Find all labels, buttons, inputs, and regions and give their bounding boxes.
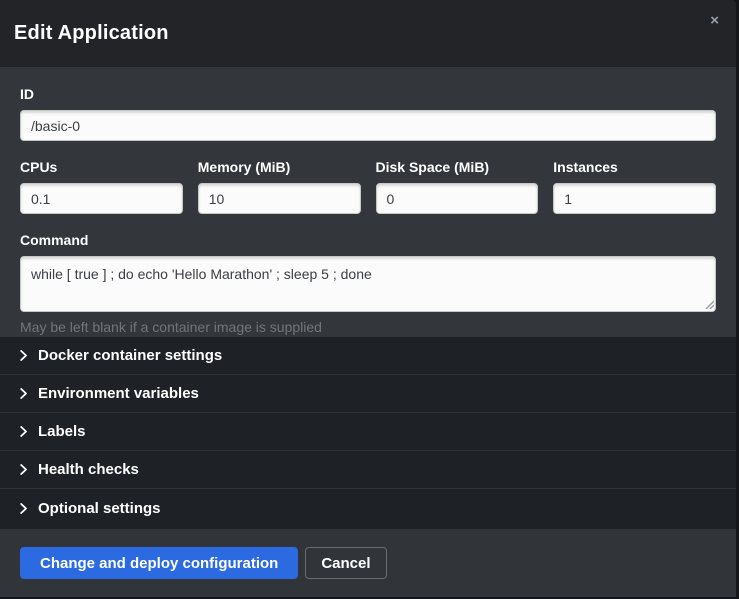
resource-field-group: Memory (MiB) [198, 159, 361, 214]
modal-header: Edit Application × [0, 0, 736, 67]
section-label: Health checks [38, 461, 139, 478]
resource-field-group: Instances [553, 159, 716, 214]
chevron-right-icon [20, 426, 27, 437]
resource-field-label: CPUs [20, 159, 183, 175]
resource-field-label: Instances [553, 159, 716, 175]
edit-application-form: ID CPUs Memory (MiB) Disk Space (MiB) [0, 67, 736, 337]
resource-field-group: Disk Space (MiB) [376, 159, 539, 214]
resource-field-label: Memory (MiB) [198, 159, 361, 175]
resource-input[interactable] [376, 183, 539, 214]
chevron-right-icon [20, 350, 27, 361]
chevron-right-icon [20, 388, 27, 399]
id-input[interactable] [20, 110, 716, 141]
id-field-label: ID [20, 86, 716, 102]
resource-fields-row: CPUs Memory (MiB) Disk Space (MiB) Insta… [20, 159, 716, 214]
section-label: Labels [38, 423, 86, 440]
modal-title: Edit Application [14, 22, 169, 45]
section-toggle-row[interactable]: Environment variables [0, 375, 736, 413]
resource-field-group: CPUs [20, 159, 183, 214]
section-toggle-row[interactable]: Health checks [0, 451, 736, 489]
edit-application-modal: Edit Application × ID CPUs Memory (MiB) [0, 0, 736, 597]
resource-input[interactable] [198, 183, 361, 214]
chevron-right-icon [20, 464, 27, 475]
section-label: Optional settings [38, 500, 161, 517]
id-field-group: ID [20, 86, 716, 141]
collapsible-sections: Docker container settings Environment va… [0, 337, 736, 529]
cancel-button[interactable]: Cancel [305, 547, 386, 579]
change-and-deploy-button[interactable]: Change and deploy configuration [20, 547, 298, 579]
command-help-text: May be left blank if a container image i… [20, 319, 716, 335]
command-textarea-wrap: while [ true ] ; do echo 'Hello Marathon… [20, 256, 716, 312]
section-label: Environment variables [38, 385, 199, 402]
section-toggle-row[interactable]: Labels [0, 413, 736, 451]
chevron-right-icon [20, 503, 27, 514]
close-icon[interactable]: × [710, 13, 719, 28]
command-textarea[interactable]: while [ true ] ; do echo 'Hello Marathon… [20, 256, 716, 312]
modal-footer: Change and deploy configuration Cancel [0, 529, 736, 597]
resource-field-label: Disk Space (MiB) [376, 159, 539, 175]
command-field-label: Command [20, 232, 716, 248]
resource-input[interactable] [553, 183, 716, 214]
command-field-group: Command while [ true ] ; do echo 'Hello … [20, 232, 716, 335]
section-toggle-row[interactable]: Docker container settings [0, 337, 736, 375]
section-label: Docker container settings [38, 347, 222, 364]
section-toggle-row[interactable]: Optional settings [0, 489, 736, 527]
resource-input[interactable] [20, 183, 183, 214]
